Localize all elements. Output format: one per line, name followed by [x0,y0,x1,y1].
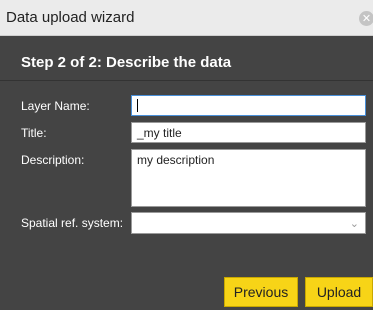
title-input[interactable]: _my title [131,122,366,143]
description-textarea[interactable]: my description [131,149,366,207]
spatial-ref-select[interactable]: ⌄ [131,212,366,234]
description-label: Description: [21,153,85,167]
title-value: _my title [137,126,182,140]
chevron-down-icon: ⌄ [349,217,359,230]
text-caret [137,99,138,112]
previous-button[interactable]: Previous [224,277,298,307]
dialog-title: Data upload wizard [6,9,135,26]
upload-wizard-dialog: Data upload wizard ✕ Step 2 of 2: Descri… [0,0,373,310]
upload-button[interactable]: Upload [305,277,373,307]
dialog-titlebar: Data upload wizard ✕ [0,0,373,36]
layer-name-label: Layer Name: [21,99,90,113]
description-value: my description [137,153,215,167]
layer-name-input[interactable] [131,95,366,116]
header-divider [0,80,373,81]
step-heading: Step 2 of 2: Describe the data [21,54,232,71]
close-icon[interactable]: ✕ [359,11,373,26]
title-label: Title: [21,126,47,140]
spatial-ref-label: Spatial ref. system: [21,216,124,230]
